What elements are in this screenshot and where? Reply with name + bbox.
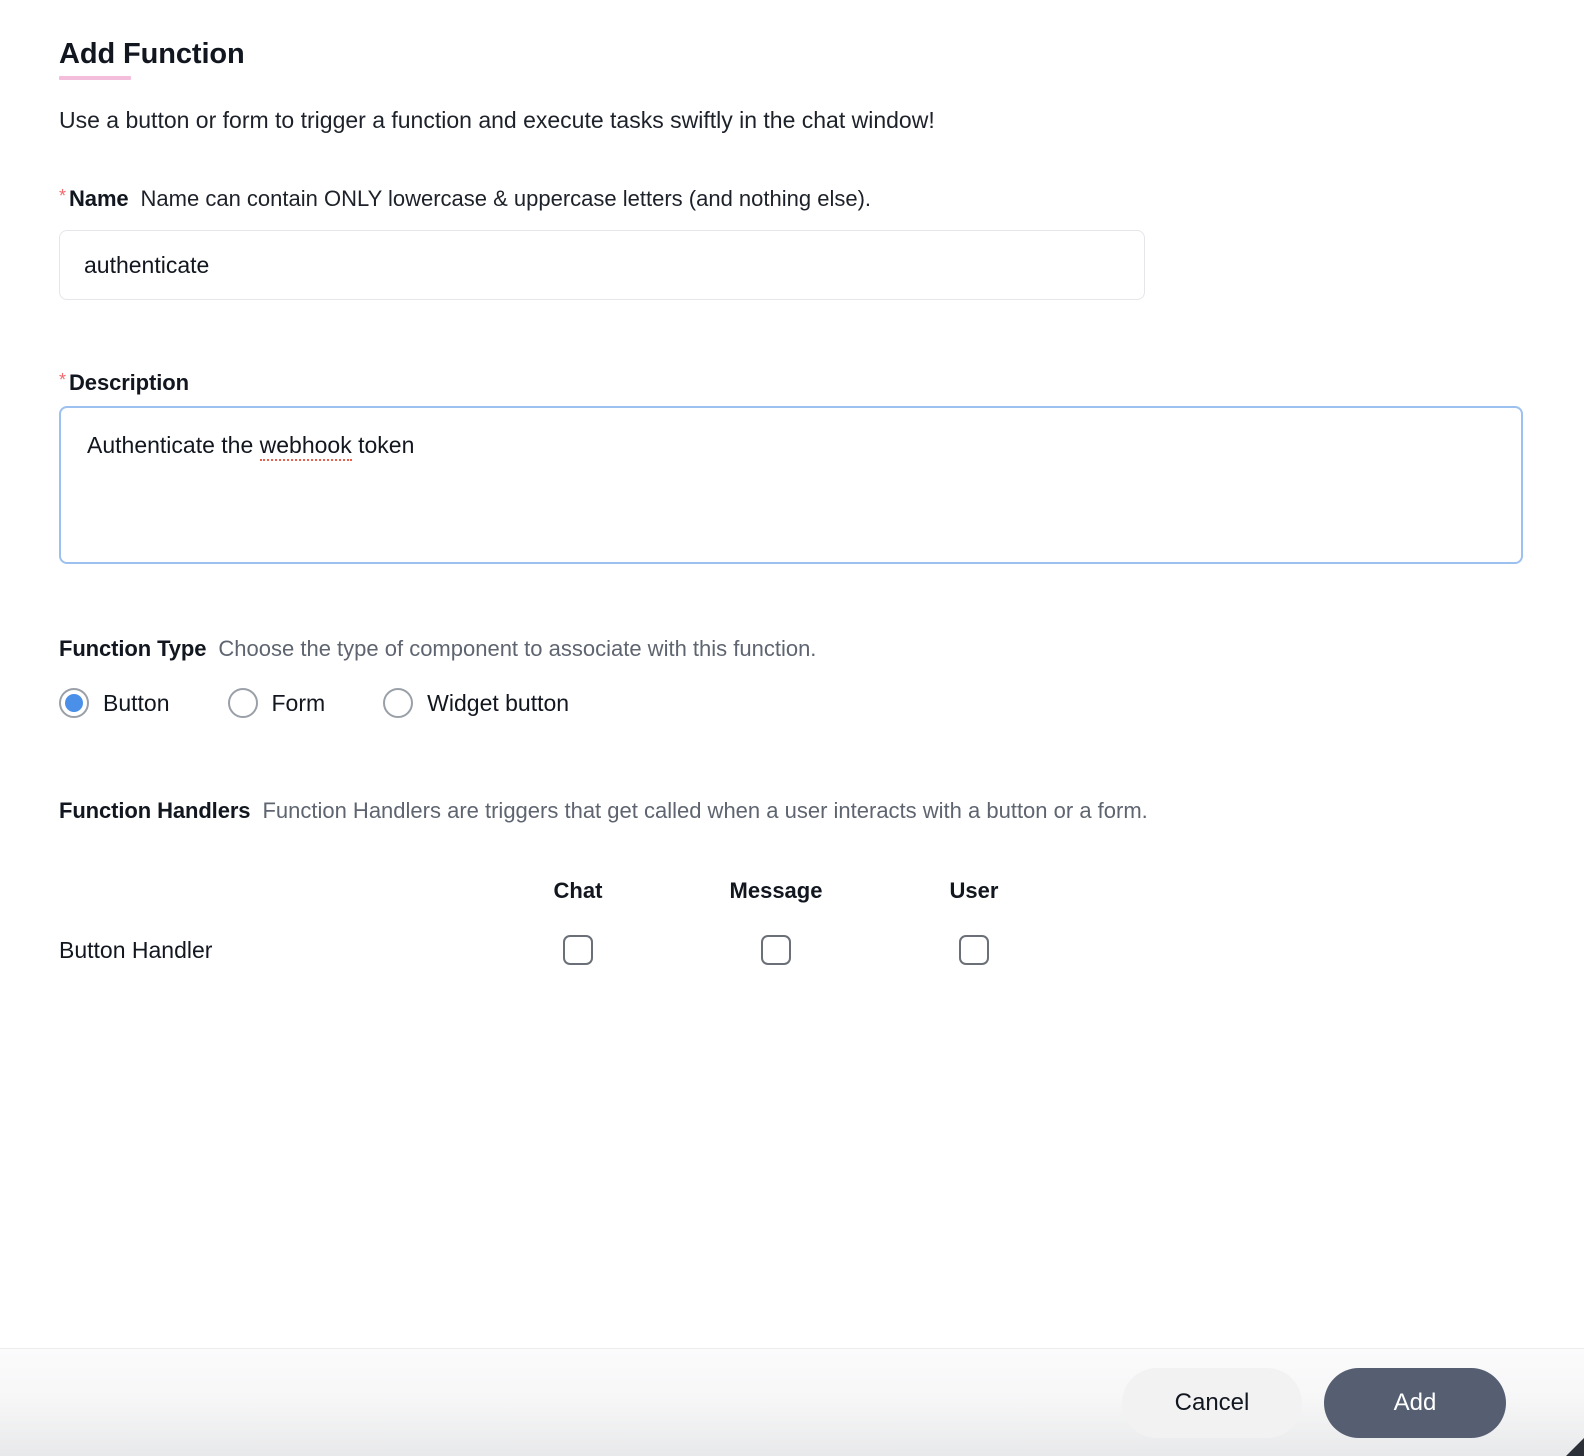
description-label-row: * Description: [59, 370, 189, 396]
table-header-user: User: [949, 878, 999, 903]
function-type-radio-group: Button Form Widget button: [59, 688, 627, 718]
checkbox-button-handler-chat[interactable]: [563, 935, 593, 965]
dialog-footer: Cancel Add: [0, 1348, 1584, 1456]
page-subtitle: Use a button or form to trigger a functi…: [59, 107, 935, 133]
function-handlers-label-row: Function Handlers Function Handlers are …: [59, 798, 1148, 824]
add-function-dialog: Add Function Use a button or form to tri…: [0, 0, 1584, 1456]
radio-option-widget-button-label: Widget button: [427, 689, 570, 716]
name-label-row: * Name Name can contain ONLY lowercase &…: [59, 186, 871, 212]
checkbox-button-handler-message[interactable]: [761, 935, 791, 965]
name-label: Name: [69, 186, 129, 211]
table-header-chat: Chat: [553, 878, 603, 903]
title-accent-underline: [59, 76, 131, 80]
table-row: Button Handler: [59, 914, 989, 986]
function-description-textarea[interactable]: Authenticate the webhook token: [59, 406, 1523, 564]
page-title: Add Function: [59, 38, 245, 70]
radio-selected-icon: [59, 688, 89, 718]
radio-unselected-icon: [227, 688, 258, 718]
function-name-input[interactable]: [59, 230, 1145, 300]
radio-option-button-label: Button: [103, 689, 170, 716]
radio-option-button[interactable]: Button: [59, 688, 170, 718]
description-text-part-1: Authenticate the: [87, 432, 260, 458]
add-button[interactable]: Add: [1324, 1367, 1506, 1438]
radio-option-form-label: Form: [271, 689, 326, 716]
page-title-block: Add Function: [59, 36, 245, 80]
function-handlers-hint: Function Handlers are triggers that get …: [262, 798, 1148, 823]
resize-handle[interactable]: [1562, 1434, 1584, 1456]
table-header-message: Message: [729, 878, 823, 903]
description-text: Authenticate the webhook token: [87, 430, 1495, 461]
handler-cell-user: [875, 935, 1073, 965]
name-hint: Name can contain ONLY lowercase & upperc…: [140, 186, 872, 211]
checkbox-button-handler-user[interactable]: [959, 935, 989, 965]
dialog-body: Add Function Use a button or form to tri…: [0, 0, 1584, 1348]
handler-cell-message: [677, 935, 875, 965]
spellcheck-misspelled-word: webhook: [259, 432, 352, 461]
handler-cell-chat: [479, 935, 677, 965]
function-handlers-label: Function Handlers: [59, 798, 251, 823]
required-asterisk-icon: *: [59, 186, 67, 206]
cancel-button[interactable]: Cancel: [1122, 1367, 1302, 1438]
function-handlers-table: Chat Message User Button Handler: [59, 868, 999, 986]
radio-option-widget-button[interactable]: Widget button: [383, 688, 569, 718]
required-asterisk-icon: *: [59, 370, 67, 390]
function-type-label: Function Type: [59, 636, 207, 661]
handler-row-label: Button Handler: [59, 936, 213, 963]
description-text-part-2: token: [351, 432, 415, 458]
function-type-label-row: Function Type Choose the type of compone…: [59, 636, 816, 662]
radio-option-form[interactable]: Form: [227, 688, 326, 718]
table-header-row: Chat Message User: [59, 868, 999, 914]
radio-unselected-icon: [383, 688, 414, 718]
function-type-hint: Choose the type of component to associat…: [218, 636, 817, 661]
description-label: Description: [69, 370, 189, 395]
